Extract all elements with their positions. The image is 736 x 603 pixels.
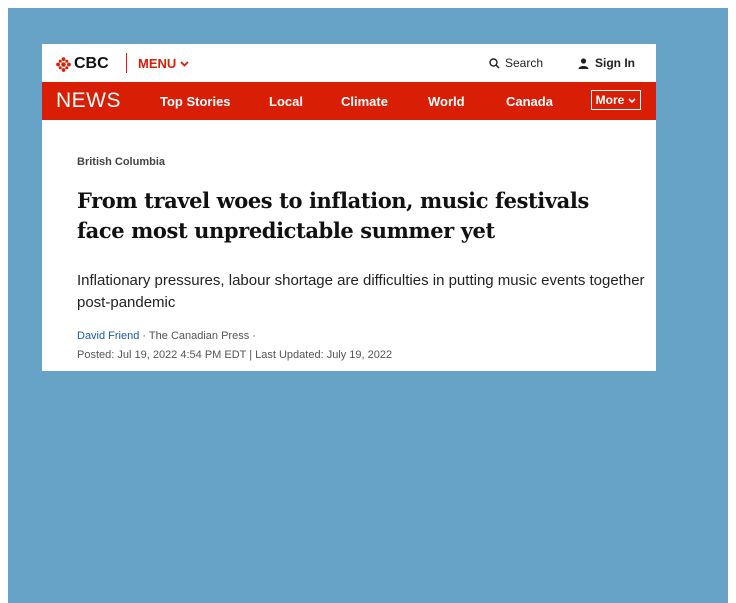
search-icon bbox=[489, 57, 500, 69]
search-button[interactable]: Search bbox=[489, 56, 543, 70]
more-label: More bbox=[595, 93, 625, 107]
nav-item-top-stories[interactable]: Top Stories bbox=[160, 94, 231, 109]
nav-news-home[interactable]: NEWS bbox=[56, 89, 121, 113]
cbc-gem-icon bbox=[56, 56, 71, 72]
chevron-down-icon bbox=[180, 60, 189, 67]
article-headline: From travel woes to inflation, music fes… bbox=[77, 188, 589, 243]
top-bar: CBC MENU Search Sign In bbox=[42, 44, 656, 82]
article-source: · The Canadian Press · bbox=[139, 330, 256, 342]
article-byline: David Friend · The Canadian Press · bbox=[77, 330, 256, 342]
article-deck: Inflationary pressures, labour shortage … bbox=[77, 272, 645, 311]
search-label: Search bbox=[505, 56, 544, 70]
sign-in-label: Sign In bbox=[595, 56, 635, 70]
article-section-link[interactable]: British Columbia bbox=[77, 156, 165, 168]
menu-label: MENU bbox=[138, 56, 177, 71]
nav-more-button[interactable]: More bbox=[591, 90, 641, 110]
page-background: CBC MENU Search Sign In NEWS Top Stories… bbox=[8, 8, 728, 603]
nav-item-world[interactable]: World bbox=[428, 94, 465, 109]
sign-in-button[interactable]: Sign In bbox=[578, 56, 635, 70]
user-icon bbox=[578, 57, 589, 69]
article-screenshot-card: CBC MENU Search Sign In NEWS Top Stories… bbox=[42, 44, 656, 371]
menu-button[interactable]: MENU bbox=[138, 56, 189, 71]
chevron-down-icon bbox=[628, 97, 636, 103]
nav-item-climate[interactable]: Climate bbox=[341, 94, 388, 109]
article-dates: Posted: Jul 19, 2022 4:54 PM EDT | Last … bbox=[77, 349, 393, 361]
logo-text: CBC bbox=[74, 55, 109, 72]
nav-item-local[interactable]: Local bbox=[269, 94, 303, 109]
nav-item-canada[interactable]: Canada bbox=[506, 94, 553, 109]
news-nav-bar: NEWS Top Stories Local Climate World Can… bbox=[42, 82, 656, 120]
author-link[interactable]: David Friend bbox=[77, 330, 139, 342]
cbc-logo[interactable]: CBC bbox=[56, 55, 109, 73]
header-divider bbox=[126, 53, 127, 73]
